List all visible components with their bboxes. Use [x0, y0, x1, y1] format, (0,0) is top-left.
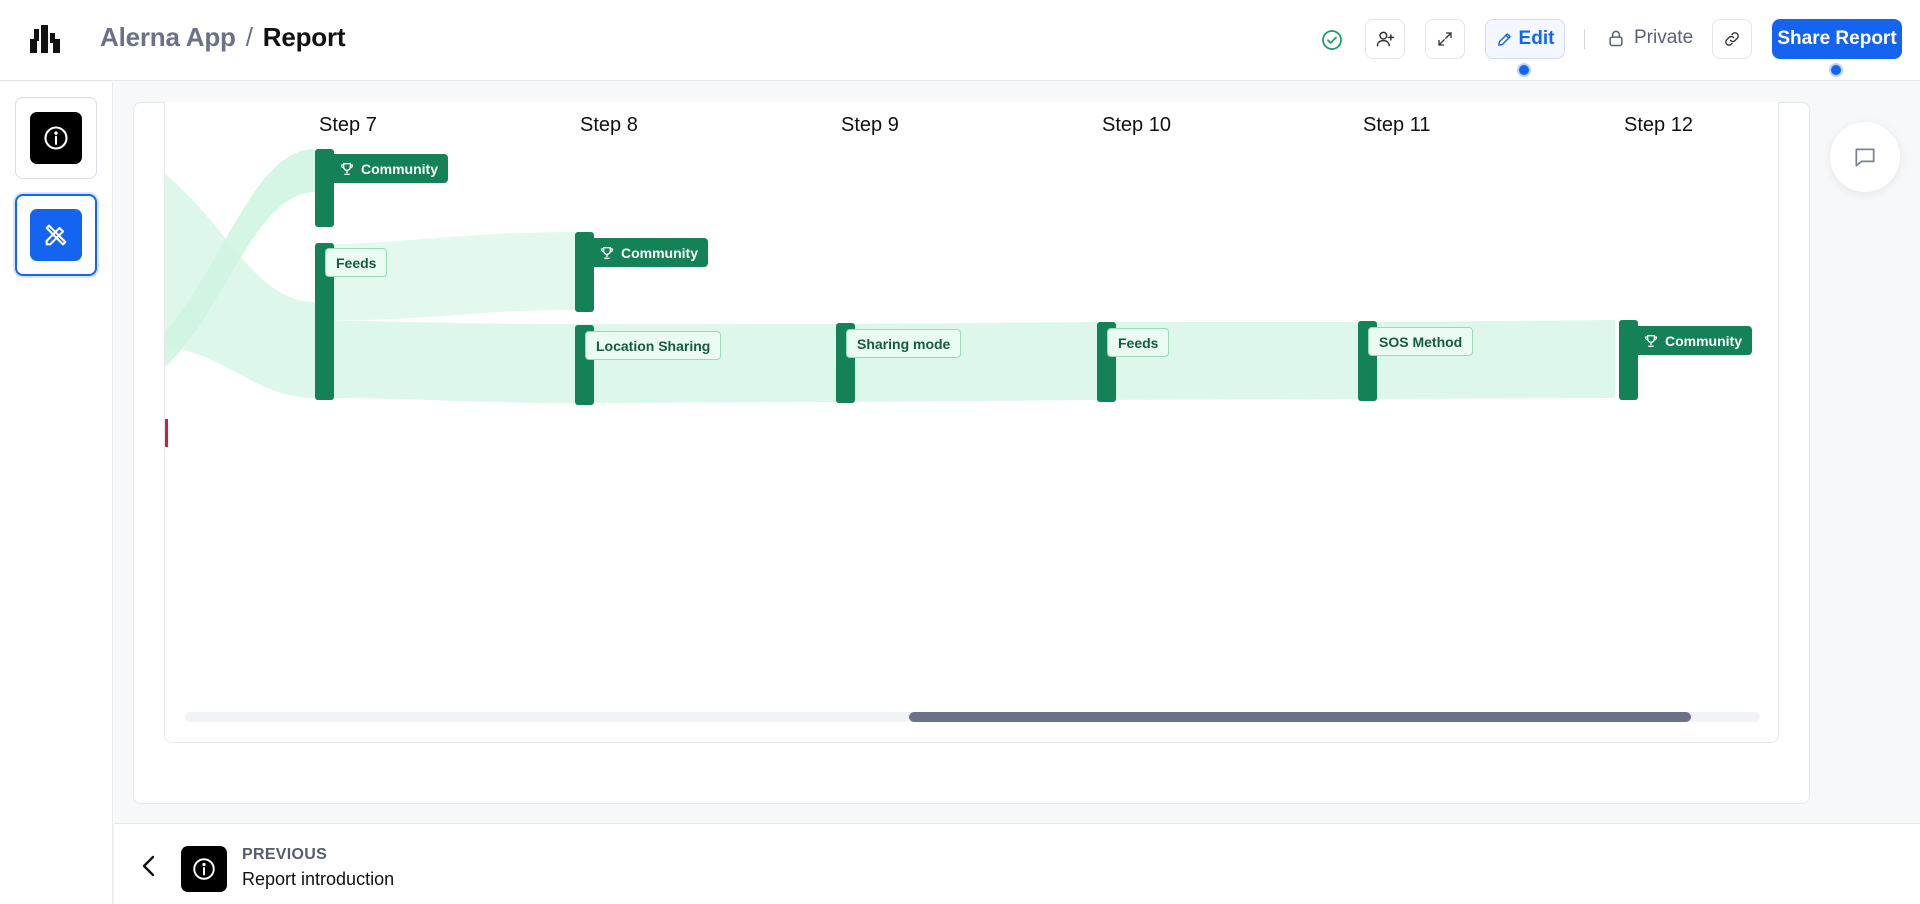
link-icon	[1725, 32, 1739, 46]
node-label-goal[interactable]: Community	[589, 238, 708, 267]
step-header-10: Step 10	[1102, 114, 1171, 136]
expand-icon	[1438, 32, 1452, 46]
info-icon	[44, 126, 68, 150]
chevron-left-icon[interactable]	[140, 854, 158, 878]
footer-nav: PREVIOUS Report introduction	[114, 823, 1920, 904]
node-label-text: Community	[361, 160, 438, 177]
info-icon	[193, 858, 215, 880]
node-label[interactable]: Feeds	[1107, 328, 1170, 357]
expand-button[interactable]	[1425, 19, 1465, 59]
private-label: Private	[1634, 27, 1694, 48]
page-title: Report	[262, 22, 346, 52]
breadcrumb: Alerna App / Report	[100, 22, 346, 53]
breadcrumb-app[interactable]: Alerna App	[100, 22, 236, 52]
edit-button[interactable]: Edit	[1485, 19, 1565, 59]
sankey-chart: Step 7 Step 8 Step 9 Step 10 Step 11 Ste…	[164, 102, 1779, 743]
divider	[1584, 29, 1585, 49]
red-marker	[165, 419, 168, 447]
trophy-icon	[340, 162, 354, 175]
node-label[interactable]: Feeds	[325, 248, 388, 277]
edit-indicator-dot	[1517, 63, 1531, 77]
flow-layer	[165, 149, 1615, 447]
sidebar-item-design[interactable]	[15, 194, 97, 276]
node-label-text: Community	[1665, 332, 1742, 349]
node-label-text: Community	[621, 244, 698, 261]
horizontal-scrollbar[interactable]	[185, 712, 1760, 722]
edit-label: Edit	[1518, 28, 1555, 49]
breadcrumb-separator: /	[245, 22, 253, 52]
step-header-11: Step 11	[1363, 114, 1431, 136]
saved-check-icon	[1322, 30, 1342, 50]
share-indicator-dot	[1829, 63, 1843, 77]
node-label[interactable]: Sharing mode	[846, 329, 962, 358]
add-user-button[interactable]	[1365, 19, 1405, 59]
scrollbar-thumb[interactable]	[909, 712, 1691, 722]
comment-button[interactable]	[1830, 122, 1900, 192]
previous-kicker: PREVIOUS	[242, 846, 328, 863]
trophy-icon	[600, 246, 614, 259]
sidebar-item-design-tile	[30, 209, 82, 261]
lock-icon	[1609, 30, 1623, 47]
user-plus-icon	[1376, 31, 1395, 47]
sidebar-item-info[interactable]	[15, 97, 97, 179]
previous-page-link[interactable]: Report introduction	[242, 869, 394, 890]
step-header-12: Step 12	[1624, 114, 1693, 136]
step-header-8: Step 8	[580, 114, 638, 136]
step-header-7: Step 7	[319, 114, 377, 136]
pencil-icon	[1497, 32, 1511, 46]
share-report-button[interactable]: Share Report	[1772, 19, 1902, 59]
previous-page-thumbnail[interactable]	[181, 846, 227, 892]
node-label-goal[interactable]: Community	[1633, 326, 1752, 355]
copy-link-button[interactable]	[1712, 19, 1752, 59]
privacy-toggle[interactable]: Private	[1606, 27, 1693, 49]
node-label-goal[interactable]: Community	[329, 154, 448, 183]
app-logo-icon[interactable]	[30, 25, 60, 53]
comment-icon	[1855, 148, 1875, 167]
pencil-ruler-icon	[45, 224, 67, 246]
sidebar-item-info-tile	[30, 112, 82, 164]
flow-left-in	[165, 174, 315, 398]
node-label[interactable]: SOS Method	[1368, 327, 1474, 356]
node-label[interactable]: Location Sharing	[585, 331, 722, 360]
step-header-9: Step 9	[841, 114, 899, 136]
trophy-icon	[1644, 334, 1658, 347]
sidebar	[0, 82, 113, 904]
top-bar: Alerna App / Report Edit Private Share Rep…	[0, 0, 1920, 81]
